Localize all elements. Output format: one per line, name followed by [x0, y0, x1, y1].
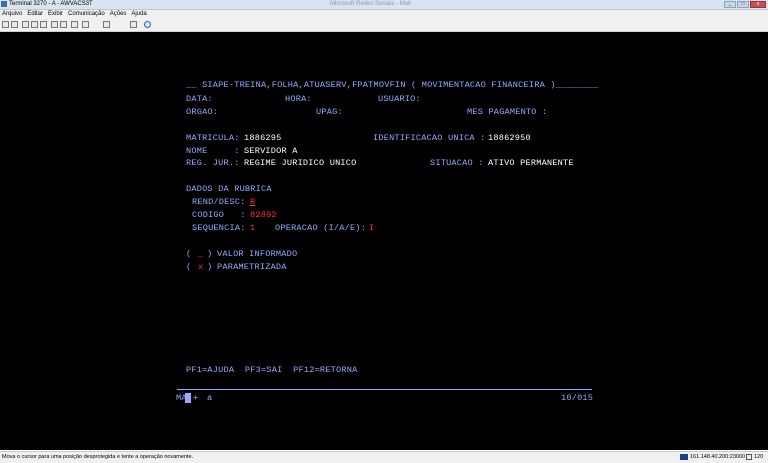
paste-icon[interactable] — [22, 21, 29, 28]
terminal-cursor — [185, 393, 191, 403]
situacao-value: ATIVO PERMANENTE — [488, 158, 574, 168]
dados-rubrica-heading: DADOS DA RUBRICA — [186, 184, 272, 194]
operacao-label: OPERACAO (I/A/E): — [275, 223, 367, 233]
parametrizada-checkbox[interactable]: x — [198, 262, 203, 272]
close-button[interactable]: x — [750, 1, 766, 8]
connect-icon[interactable] — [51, 21, 58, 28]
screen-header: __ SIAPE-TREINA,FOLHA,ATUASERV,FPATMOVFI… — [186, 80, 599, 90]
valor-informado-label: VALOR INFORMADO — [217, 249, 298, 259]
minimize-button[interactable]: _ — [724, 1, 736, 8]
menu-editar[interactable]: Editar — [27, 10, 43, 19]
sequencia-label: SEQUENCIA: — [192, 223, 246, 233]
parametrizada-label: PARAMETRIZADA — [217, 262, 287, 272]
regjur-label: REG. JUR.: — [186, 158, 240, 168]
situacao-label: SITUACAO : — [430, 158, 484, 168]
lock-icon — [746, 454, 752, 460]
nome-label: NOME : — [186, 146, 240, 156]
nome-value: SERVIDOR A — [244, 146, 298, 156]
status-bar: Mova o cursor para uma posição desproteg… — [0, 451, 768, 463]
maximize-button[interactable]: □ — [737, 1, 749, 8]
window-title: Terminal 3270 - A - AWVACS3T — [9, 1, 93, 7]
identificacao-value: 18862950 — [488, 133, 531, 143]
toolbar — [0, 19, 768, 32]
menu-ajuda[interactable]: Ajuda — [131, 10, 146, 19]
codigo-input[interactable]: 82892 — [250, 210, 277, 220]
hora-label: HORA: — [285, 94, 312, 104]
pf-keys-legend: PF1=AJUDA PF3=SAI PF12=RETORNA — [186, 365, 358, 375]
rend-desc-label: REND/DESC: — [192, 197, 246, 207]
cursor-position: 10/015 — [561, 393, 594, 403]
terminal-screen[interactable]: __ SIAPE-TREINA,FOLHA,ATUASERV,FPATMOVFI… — [0, 32, 768, 450]
identificacao-label: IDENTIFICACAO UNICA : — [373, 133, 486, 143]
stop-icon[interactable] — [103, 21, 110, 28]
background-window-title: Microsoft Redes Sociais - Mail — [330, 1, 411, 7]
valor-informado-checkbox[interactable]: _ — [198, 249, 203, 259]
menu-acoes[interactable]: Ações — [110, 10, 127, 19]
print-icon[interactable] — [2, 21, 9, 28]
send-icon[interactable] — [31, 21, 38, 28]
mes-pagamento-label: MES PAGAMENTO : — [467, 107, 548, 117]
record-icon[interactable] — [130, 21, 137, 28]
receive-icon[interactable] — [40, 21, 47, 28]
window-controls: _ □ x — [724, 1, 766, 8]
status-number: 120 — [754, 454, 764, 460]
host-address: 161.148.40.200:23000 — [690, 454, 746, 460]
settings-icon[interactable] — [82, 21, 89, 28]
sequencia-input[interactable]: 1 — [250, 223, 255, 233]
menu-exibir[interactable]: Exibir — [48, 10, 63, 19]
param-paren-close: ) — [207, 262, 213, 272]
title-bar: Terminal 3270 - A - AWVACS3T Microsoft R… — [0, 0, 768, 10]
oia-divider — [177, 389, 592, 390]
param-paren-open: ( — [186, 262, 192, 272]
connection-icon — [680, 454, 688, 460]
data-label: DATA: — [186, 94, 213, 104]
menu-arquivo[interactable]: Arquivo — [2, 10, 22, 19]
disconnect-icon[interactable] — [60, 21, 67, 28]
upag-label: UPAG: — [316, 107, 343, 117]
status-message: Mova o cursor para uma posição desproteg… — [2, 454, 194, 460]
valor-paren-close: ) — [207, 249, 213, 259]
operacao-input[interactable]: I — [369, 223, 374, 233]
menu-comunicacao[interactable]: Comunicação — [68, 10, 105, 19]
orgao-label: ORGAO: — [186, 107, 219, 117]
help-icon[interactable] — [144, 21, 151, 28]
matricula-label: MATRICULA: — [186, 133, 240, 143]
oia-plus: + — [193, 393, 199, 403]
valor-paren-open: ( — [186, 249, 192, 259]
regjur-value: REGIME JURIDICO UNICO — [244, 158, 357, 168]
macro-icon[interactable] — [71, 21, 78, 28]
matricula-value: 1886295 — [244, 133, 282, 143]
copy-icon[interactable] — [11, 21, 18, 28]
app-icon — [1, 1, 7, 7]
usuario-label: USUARIO: — [378, 94, 421, 104]
oia-input-mode: a — [207, 393, 213, 403]
rend-desc-input[interactable]: R — [250, 197, 255, 207]
menu-bar: Arquivo Editar Exibir Comunicação Ações … — [0, 10, 768, 19]
codigo-label: CODIGO : — [192, 210, 246, 220]
